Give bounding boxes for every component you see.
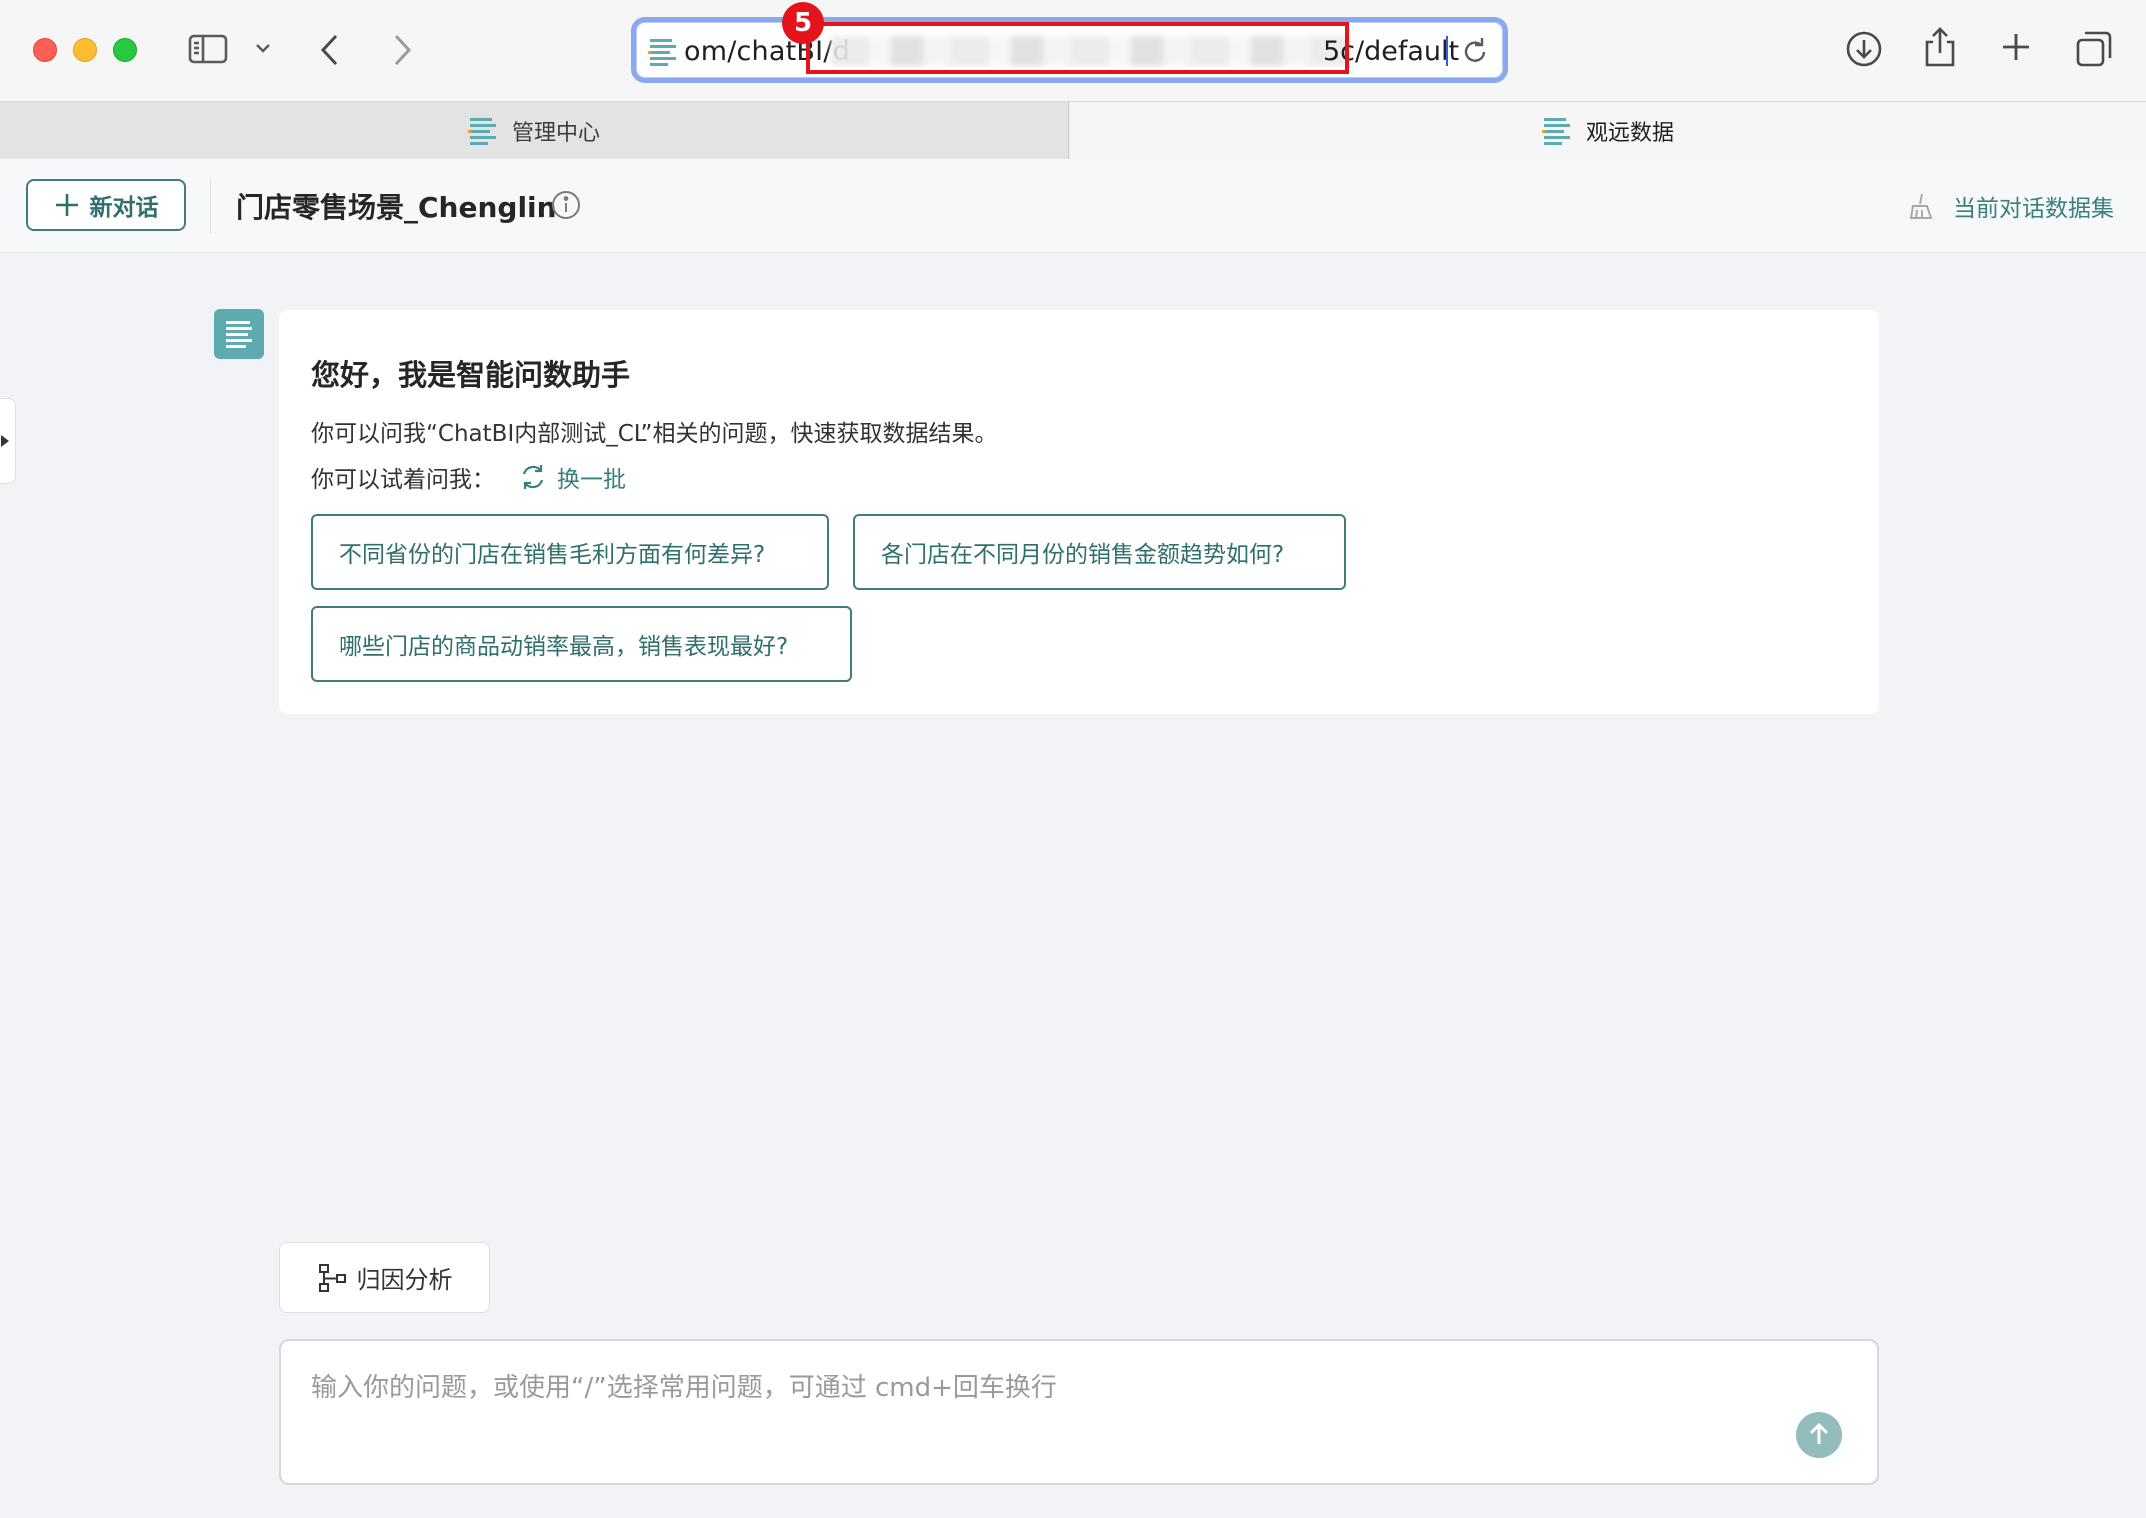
url-text-start: om/chatBI/d (684, 36, 850, 67)
try-asking-label: 你可以试着问我： (311, 467, 495, 493)
page-title: 门店零售场景_Chenglin (236, 191, 557, 224)
dataset-link-label: 当前对话数据集 (1953, 196, 2114, 222)
text-cursor (1446, 36, 1448, 66)
suggested-question-button[interactable]: 不同省份的门店在销售毛利方面有何差异? (311, 514, 829, 590)
chat-composer (279, 1339, 1879, 1485)
reload-icon[interactable] (1462, 36, 1490, 66)
refresh-suggestions-button[interactable]: 换一批 (519, 460, 626, 494)
suggested-question-button[interactable]: 各门店在不同月份的销售金额趋势如何? (853, 514, 1346, 590)
back-arrow-icon[interactable] (318, 32, 342, 68)
app-header: 新对话 门店零售场景_Chenglin 当前对话数据集 (0, 159, 2146, 253)
welcome-title: 您好，我是智能问数助手 (311, 358, 631, 392)
broom-icon (1909, 193, 1933, 219)
header-divider (210, 179, 211, 233)
address-bar[interactable]: om/chatBI/d 5c/default (631, 17, 1508, 83)
share-icon[interactable] (1923, 26, 1957, 68)
url-redacted-segment (831, 36, 1351, 66)
tab-admin-center[interactable]: 管理中心 (0, 102, 1069, 159)
try-asking-row: 你可以试着问我： 换一批 (311, 460, 626, 494)
refresh-label: 换一批 (557, 467, 626, 493)
tree-structure-icon (318, 1263, 346, 1292)
window-minimize-button[interactable] (73, 38, 97, 62)
tab-guandata[interactable]: 观远数据 (1070, 102, 2146, 159)
sidebar-expand-handle[interactable] (0, 398, 16, 484)
browser-toolbar: om/chatBI/d 5c/default 5 (0, 0, 2146, 101)
tab-label: 观远数据 (1585, 120, 1674, 146)
browser-tab-bar: 管理中心 观远数据 (0, 101, 2146, 159)
tab-overview-icon[interactable] (2075, 30, 2113, 68)
forward-arrow-icon[interactable] (390, 32, 414, 68)
plus-icon (55, 194, 78, 216)
site-lines-icon (648, 37, 678, 67)
annotation-step-badge: 5 (782, 2, 824, 44)
site-lines-icon (1541, 117, 1570, 145)
welcome-message-card: 您好，我是智能问数助手 你可以问我“ChatBI内部测试_CL”相关的问题，快速… (279, 310, 1879, 714)
chevron-down-icon[interactable] (254, 41, 272, 55)
welcome-description: 你可以问我“ChatBI内部测试_CL”相关的问题，快速获取数据结果。 (311, 421, 998, 447)
assistant-logo-icon (226, 321, 252, 348)
current-dataset-link[interactable]: 当前对话数据集 (1909, 189, 2114, 223)
send-button[interactable] (1796, 1412, 1842, 1458)
sidebar-toggle-icon[interactable] (188, 33, 228, 65)
download-icon[interactable] (1845, 30, 1883, 68)
attribution-analysis-button[interactable]: 归因分析 (279, 1242, 490, 1313)
arrow-up-icon (1809, 1422, 1829, 1444)
url-text-end: 5c/default (1323, 36, 1460, 67)
suggested-question-button[interactable]: 哪些门店的商品动销率最高，销售表现最好? (311, 606, 852, 682)
site-lines-icon (467, 117, 496, 145)
window-close-button[interactable] (33, 38, 57, 62)
caret-right-icon (1, 435, 9, 447)
window-zoom-button[interactable] (113, 38, 137, 62)
question-input[interactable] (311, 1367, 1751, 1427)
assistant-avatar (214, 309, 264, 359)
refresh-icon (522, 465, 544, 489)
new-chat-button[interactable]: 新对话 (26, 179, 186, 231)
tab-label: 管理中心 (511, 120, 600, 146)
new-chat-label: 新对话 (89, 195, 159, 221)
new-tab-plus-icon[interactable] (2000, 31, 2032, 63)
info-circle-icon[interactable] (551, 190, 581, 220)
attribution-label: 归因分析 (356, 1266, 453, 1294)
